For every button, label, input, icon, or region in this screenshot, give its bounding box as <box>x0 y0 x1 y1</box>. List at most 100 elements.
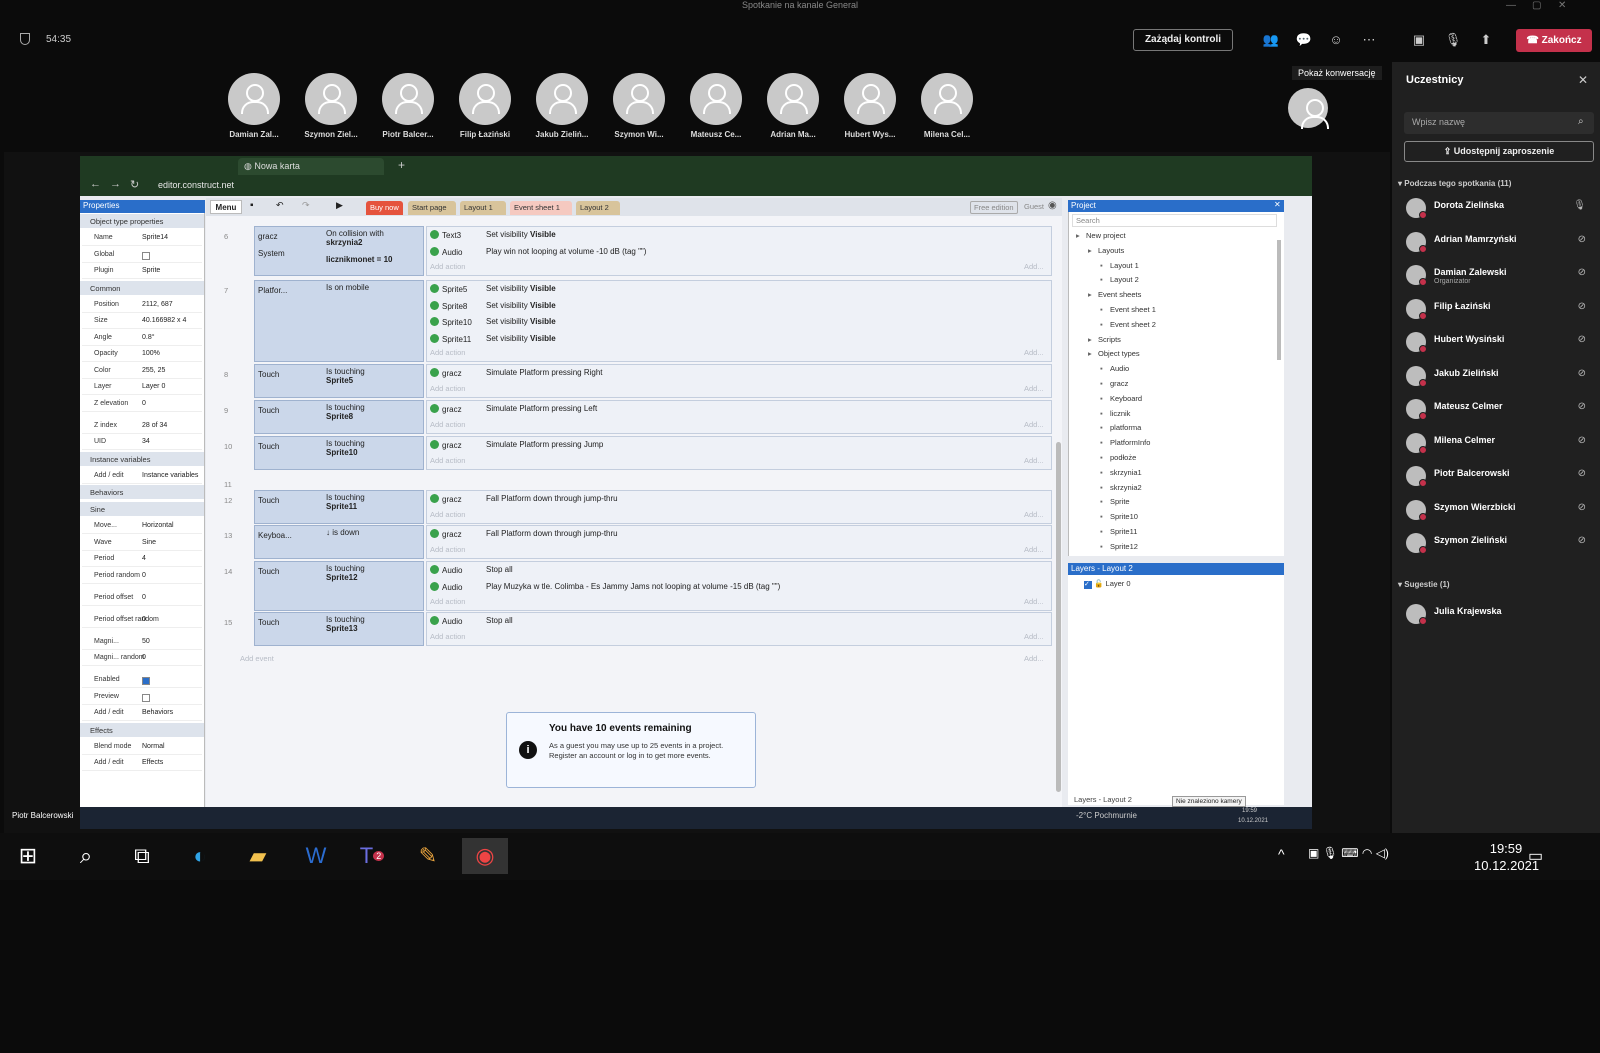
mic-off-icon[interactable]: ⊘ <box>1578 368 1586 379</box>
action-object[interactable]: Sprite5 <box>430 284 467 294</box>
project-tree-item[interactable]: ▪ gracz <box>1100 379 1128 388</box>
add-action-link[interactable]: Add action <box>430 597 465 606</box>
action-object[interactable]: gracz <box>430 529 462 539</box>
action-text[interactable]: Fall Platform down through jump-thru <box>486 494 618 503</box>
project-tree-item[interactable]: ▪ Sprite12 <box>1100 542 1138 551</box>
property-row[interactable]: Period 4 <box>82 552 202 567</box>
edge-icon[interactable]: ◐ <box>180 838 220 874</box>
property-value[interactable]: 100% <box>142 350 160 357</box>
teams-icon[interactable]: T2 <box>352 838 392 874</box>
back-icon[interactable]: ← <box>90 178 101 190</box>
project-close-icon[interactable]: ✕ <box>1274 200 1281 209</box>
property-value[interactable]: 0.8° <box>142 334 155 341</box>
add-action-link[interactable]: Add action <box>430 545 465 554</box>
action-text[interactable]: Simulate Platform pressing Jump <box>486 440 603 449</box>
condition-text[interactable]: Is on mobile <box>326 283 369 292</box>
minimize-icon[interactable]: — <box>1506 0 1516 11</box>
search-icon[interactable]: ⌕ <box>66 838 106 874</box>
add-link[interactable]: Add... <box>1024 510 1044 519</box>
property-value[interactable]: 0 <box>142 400 146 407</box>
play-icon[interactable]: ▶ <box>336 200 343 211</box>
action-text[interactable]: Simulate Platform pressing Right <box>486 368 603 377</box>
add-action-link[interactable]: Add action <box>430 262 465 271</box>
participants-icon[interactable]: 👥 <box>1262 31 1280 49</box>
project-scrollbar[interactable] <box>1277 240 1281 360</box>
property-value[interactable]: 0 <box>142 616 146 623</box>
participant-row[interactable]: Damian Zalewski Organizator ⊘ <box>1406 263 1586 287</box>
notice-body[interactable]: As a guest you may use up to 25 events i… <box>549 741 749 761</box>
action-object[interactable]: Audio <box>430 246 462 257</box>
property-row[interactable]: Angle 0.8° <box>82 331 202 346</box>
action-object[interactable]: gracz <box>430 368 462 378</box>
mic-off-icon[interactable]: ⊘ <box>1578 267 1586 278</box>
condition-object[interactable]: System <box>258 249 320 258</box>
property-value[interactable]: 0 <box>142 594 146 601</box>
lock-icon[interactable]: 🔓 <box>1094 579 1103 588</box>
condition-text[interactable]: ↓ is down <box>326 528 359 537</box>
add-action-link[interactable]: Add action <box>430 384 465 393</box>
mic-off-icon[interactable]: ⊘ <box>1578 234 1586 245</box>
participant-avatar[interactable] <box>767 73 819 125</box>
participant-avatar[interactable] <box>459 73 511 125</box>
undo-icon[interactable]: ↶ <box>276 200 284 211</box>
add-action-link[interactable]: Add action <box>430 420 465 429</box>
participant-row[interactable]: Szymon Wierzbicki ⊘ <box>1406 498 1586 522</box>
self-avatar[interactable] <box>1288 88 1329 129</box>
close-window-icon[interactable]: ✕ <box>1558 0 1566 11</box>
add-action-link[interactable]: Add action <box>430 348 465 357</box>
add-link[interactable]: Add... <box>1024 384 1044 393</box>
add-link[interactable]: Add... <box>1024 597 1044 606</box>
user-icon[interactable]: ◉ <box>1048 200 1057 211</box>
action-text[interactable]: Set visibility Visible <box>486 230 556 239</box>
event-sheet-scrollbar[interactable] <box>1056 442 1061 792</box>
property-category[interactable]: Behaviors <box>80 485 204 499</box>
chrome-icon[interactable]: ◉ <box>462 838 508 874</box>
property-row[interactable]: Add / edit Behaviors <box>82 706 202 721</box>
property-value[interactable]: Instance variables <box>142 472 198 479</box>
new-tab-icon[interactable]: + <box>398 158 405 172</box>
property-value[interactable]: Sprite14 <box>142 234 168 241</box>
camera-off-icon[interactable]: ▣ <box>1410 31 1428 49</box>
notifications-icon[interactable]: ▭ <box>1528 846 1543 866</box>
property-value[interactable]: 28 of 34 <box>142 422 167 429</box>
add-action-link[interactable]: Add action <box>430 632 465 641</box>
condition-text[interactable]: Is touching Sprite11 <box>326 493 365 511</box>
property-row[interactable]: Period offset random 0 <box>82 613 202 628</box>
close-icon[interactable]: ✕ <box>1578 73 1588 87</box>
chat-icon[interactable]: 💬 <box>1295 31 1313 49</box>
task-view-icon[interactable]: ⧉ <box>122 838 162 874</box>
free-edition-badge[interactable]: Free edition <box>970 201 1018 214</box>
property-value[interactable]: Behaviors <box>142 709 173 716</box>
request-control-button[interactable]: Zażądaj kontroli <box>1133 29 1233 51</box>
tray-arrow-icon[interactable]: ^ <box>1278 846 1285 862</box>
mic-icon[interactable]: 🎙 <box>1444 31 1462 49</box>
layers-tab[interactable]: Layers - Layout 2 <box>1074 795 1132 804</box>
action-text[interactable]: Set visibility Visible <box>486 284 556 293</box>
editor-tab[interactable]: Event sheet 1 <box>510 201 572 215</box>
property-value[interactable]: 255, 25 <box>142 367 165 374</box>
participant-row[interactable]: Jakub Zieliński ⊘ <box>1406 364 1586 388</box>
action-text[interactable]: Play win not looping at volume -10 dB (t… <box>486 247 646 256</box>
property-value[interactable]: Horizontal <box>142 522 174 529</box>
mic-off-icon[interactable]: ⊘ <box>1578 334 1586 345</box>
action-text[interactable]: Set visibility Visible <box>486 301 556 310</box>
project-tree-item[interactable]: ▪ licznik <box>1100 409 1130 418</box>
project-tree-item[interactable]: ▪ Audio <box>1100 364 1129 373</box>
inner-weather[interactable]: -2°C Pochmurnie <box>1076 811 1137 820</box>
participant-row[interactable]: Hubert Wysiński ⊘ <box>1406 330 1586 354</box>
property-row[interactable]: Global <box>82 248 202 263</box>
condition-object[interactable]: Touch <box>258 406 320 415</box>
property-value[interactable] <box>142 693 150 702</box>
property-row[interactable]: Period offset 0 <box>82 591 202 606</box>
property-row[interactable]: Add / edit Instance variables <box>82 469 202 484</box>
condition-text[interactable]: Is touching Sprite8 <box>326 403 365 421</box>
project-tree-item[interactable]: ▪ PlatformInfo <box>1100 438 1150 447</box>
project-search-input[interactable]: Search <box>1072 214 1277 227</box>
condition-text[interactable]: On collision with skrzynia2 <box>326 229 384 247</box>
property-value[interactable] <box>142 251 150 260</box>
editor-tab[interactable]: Layout 1 <box>460 201 506 215</box>
property-row[interactable]: Magni... random 0 <box>82 651 202 666</box>
mic-icon[interactable]: 🎙 <box>1573 200 1586 211</box>
share-screen-icon[interactable]: ⬆ <box>1477 31 1495 49</box>
more-icon[interactable]: ⋯ <box>1360 31 1378 49</box>
